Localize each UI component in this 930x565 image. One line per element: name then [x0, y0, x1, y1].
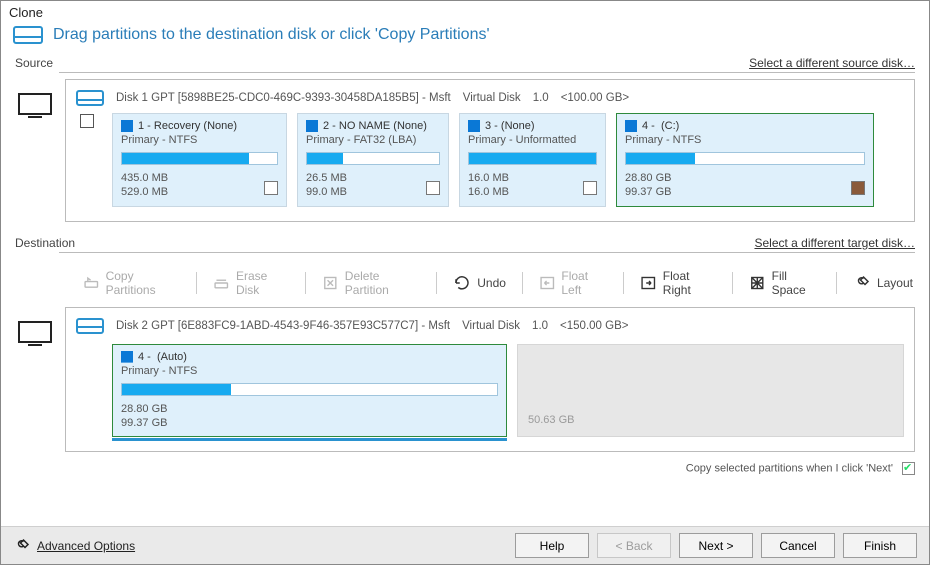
help-button[interactable]: Help — [515, 533, 589, 558]
dest-disk-label: Disk 2 GPT [6E883FC9-1ABD-4543-9F46-357E… — [76, 318, 904, 334]
source-partitions: 1 - Recovery (None) Primary - NTFS 435.0… — [112, 113, 904, 207]
partition-subtype: Primary - NTFS — [121, 365, 498, 377]
partition-subtype: Primary - FAT32 (LBA) — [306, 134, 440, 146]
erase-disk-label: Erase Disk — [236, 269, 289, 297]
dest-disk-rev: 1.0 — [532, 320, 548, 332]
layout-button[interactable]: Layout — [849, 270, 917, 296]
partition-checkbox[interactable] — [264, 181, 278, 195]
advanced-options-label: Advanced Options — [37, 539, 135, 553]
copy-note-row: Copy selected partitions when I click 'N… — [1, 458, 929, 477]
source-partition-2[interactable]: 2 - NO NAME (None) Primary - FAT32 (LBA)… — [297, 113, 449, 207]
usage-bar — [468, 152, 597, 165]
delete-partition-button[interactable]: Delete Partition — [318, 265, 424, 301]
delete-partition-label: Delete Partition — [345, 269, 421, 297]
source-partition-1[interactable]: 1 - Recovery (None) Primary - NTFS 435.0… — [112, 113, 287, 207]
dest-disk-type: Virtual Disk — [462, 320, 520, 332]
windows-icon — [468, 120, 480, 132]
source-disk-size: <100.00 GB> — [561, 92, 629, 104]
undo-label: Undo — [477, 276, 506, 290]
float-left-label: Float Left — [561, 269, 607, 297]
select-source-disk-link[interactable]: Select a different source disk… — [749, 56, 915, 70]
clone-wizard-window: Clone Drag partitions to the destination… — [0, 0, 930, 565]
float-right-button[interactable]: Float Right — [636, 265, 720, 301]
source-area: Disk 1 GPT [5898BE25-CDC0-469C-9393-3045… — [1, 79, 929, 228]
fill-space-button[interactable]: Fill Space — [745, 265, 824, 301]
usage-bar — [121, 152, 278, 165]
monitor-icon — [18, 93, 52, 115]
destination-label: Destination — [15, 236, 75, 250]
source-partition-3[interactable]: 3 - (None) Primary - Unformatted 16.0 MB… — [459, 113, 606, 207]
copy-note-checkbox[interactable] — [902, 462, 915, 475]
erase-disk-button[interactable]: Erase Disk — [209, 265, 293, 301]
partition-checkbox[interactable] — [583, 181, 597, 195]
next-button[interactable]: Next > — [679, 533, 753, 558]
float-left-button[interactable]: Float Left — [535, 265, 611, 301]
back-button[interactable]: < Back — [597, 533, 671, 558]
dest-disk-box: Disk 2 GPT [6E883FC9-1ABD-4543-9F46-357E… — [65, 307, 915, 453]
copy-note-label: Copy selected partitions when I click 'N… — [686, 463, 893, 475]
dest-partitions: 4 - (Auto) Primary - NTFS 28.80 GB99.37 … — [112, 344, 904, 438]
wrench-icon — [13, 537, 31, 555]
partition-subtype: Primary - NTFS — [121, 134, 278, 146]
source-partition-4[interactable]: 4 - (C:) Primary - NTFS 28.80 GB99.37 GB — [616, 113, 874, 207]
layout-label: Layout — [877, 276, 913, 290]
instruction-row: Drag partitions to the destination disk … — [1, 22, 929, 52]
dest-disk-size: <150.00 GB> — [560, 320, 628, 332]
partition-checkbox[interactable] — [851, 181, 865, 195]
source-disk-rev: 1.0 — [533, 92, 549, 104]
dest-toolbar: Copy Partitions Erase Disk Delete Partit… — [1, 259, 929, 307]
cancel-button[interactable]: Cancel — [761, 533, 835, 558]
destination-area: Disk 2 GPT [6E883FC9-1ABD-4543-9F46-357E… — [1, 307, 929, 459]
windows-icon — [121, 351, 133, 363]
finish-button[interactable]: Finish — [843, 533, 917, 558]
partition-subtype: Primary - Unformatted — [468, 134, 597, 146]
usage-bar — [625, 152, 865, 165]
instruction-text: Drag partitions to the destination disk … — [53, 26, 490, 44]
dest-free-space[interactable]: 50.63 GB — [517, 344, 904, 438]
source-disk-type: Virtual Disk — [463, 92, 521, 104]
monitor-icon — [18, 321, 52, 343]
dest-partition-4[interactable]: 4 - (Auto) Primary - NTFS 28.80 GB99.37 … — [112, 344, 507, 438]
source-label: Source — [15, 56, 53, 70]
source-disk-label: Disk 1 GPT [5898BE25-CDC0-469C-9393-3045… — [76, 90, 904, 106]
usage-bar — [306, 152, 440, 165]
float-right-label: Float Right — [663, 269, 716, 297]
partition-checkbox[interactable] — [426, 181, 440, 195]
window-title: Clone — [1, 1, 929, 22]
source-disk-checkbox[interactable] — [80, 114, 94, 128]
partition-subtype: Primary - NTFS — [625, 134, 865, 146]
free-space-size: 50.63 GB — [528, 414, 574, 426]
disk-icon — [76, 90, 104, 106]
windows-icon — [121, 120, 133, 132]
fill-space-label: Fill Space — [772, 269, 820, 297]
source-disk-box: Disk 1 GPT [5898BE25-CDC0-469C-9393-3045… — [65, 79, 915, 222]
disk-icon — [76, 318, 104, 334]
usage-bar — [121, 383, 498, 396]
disk-icon — [13, 26, 43, 44]
select-target-disk-link[interactable]: Select a different target disk… — [754, 236, 915, 250]
windows-icon — [625, 120, 637, 132]
source-disk-name: Disk 1 GPT [5898BE25-CDC0-469C-9393-3045… — [116, 92, 451, 104]
windows-icon — [306, 120, 318, 132]
footer-bar: Advanced Options Help < Back Next > Canc… — [1, 526, 929, 564]
copy-partitions-label: Copy Partitions — [106, 269, 181, 297]
source-header: Source Select a different source disk… — [1, 54, 929, 72]
dest-disk-name: Disk 2 GPT [6E883FC9-1ABD-4543-9F46-357E… — [116, 320, 450, 332]
destination-header: Destination Select a different target di… — [1, 234, 929, 252]
advanced-options[interactable]: Advanced Options — [13, 537, 135, 555]
undo-button[interactable]: Undo — [449, 270, 510, 296]
copy-partitions-button[interactable]: Copy Partitions — [79, 265, 184, 301]
